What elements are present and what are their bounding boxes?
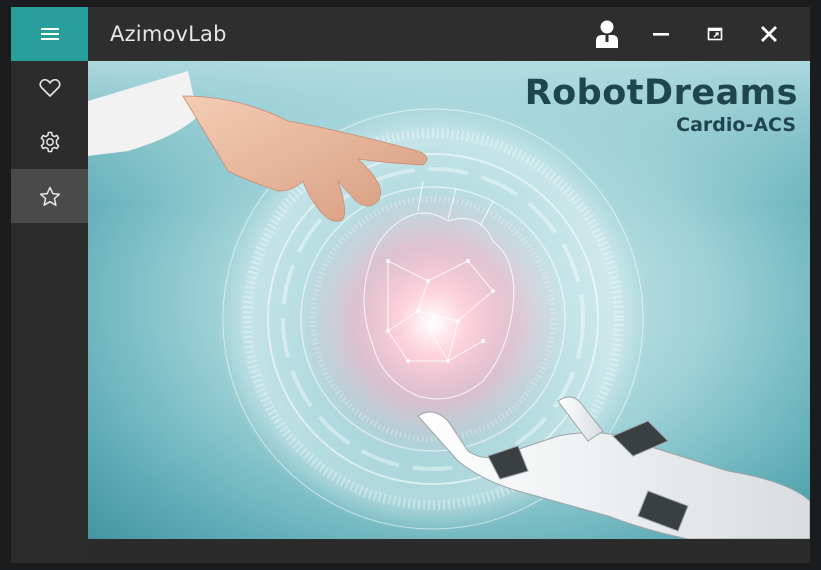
user-account-button[interactable] — [585, 7, 629, 61]
close-icon — [761, 26, 777, 42]
sidebar — [11, 61, 88, 563]
close-button[interactable] — [747, 7, 791, 61]
status-strip — [88, 539, 810, 563]
minimize-icon — [653, 33, 669, 36]
product-name: Cardio-ACS — [676, 114, 796, 136]
hamburger-menu-icon — [40, 28, 59, 40]
app-title: AzimovLab — [110, 22, 227, 46]
brand-logo-text: RobotDreams — [524, 73, 798, 113]
app-window: AzimovLab RobotDreams Cardio-ACS — [11, 7, 810, 563]
star-icon — [39, 186, 60, 206]
restore-window-icon — [707, 27, 723, 41]
gear-icon — [40, 131, 59, 153]
sidebar-item-settings[interactable] — [11, 115, 88, 169]
restore-button[interactable] — [693, 7, 737, 61]
sidebar-item-starred[interactable] — [11, 169, 88, 223]
splash-image: RobotDreams Cardio-ACS — [88, 61, 810, 539]
titlebar: AzimovLab — [11, 7, 810, 61]
sidebar-item-favorites[interactable] — [11, 61, 88, 115]
minimize-button[interactable] — [639, 7, 683, 61]
user-icon — [596, 20, 618, 48]
hamburger-menu-button[interactable] — [11, 7, 88, 61]
heart-icon — [38, 78, 61, 97]
